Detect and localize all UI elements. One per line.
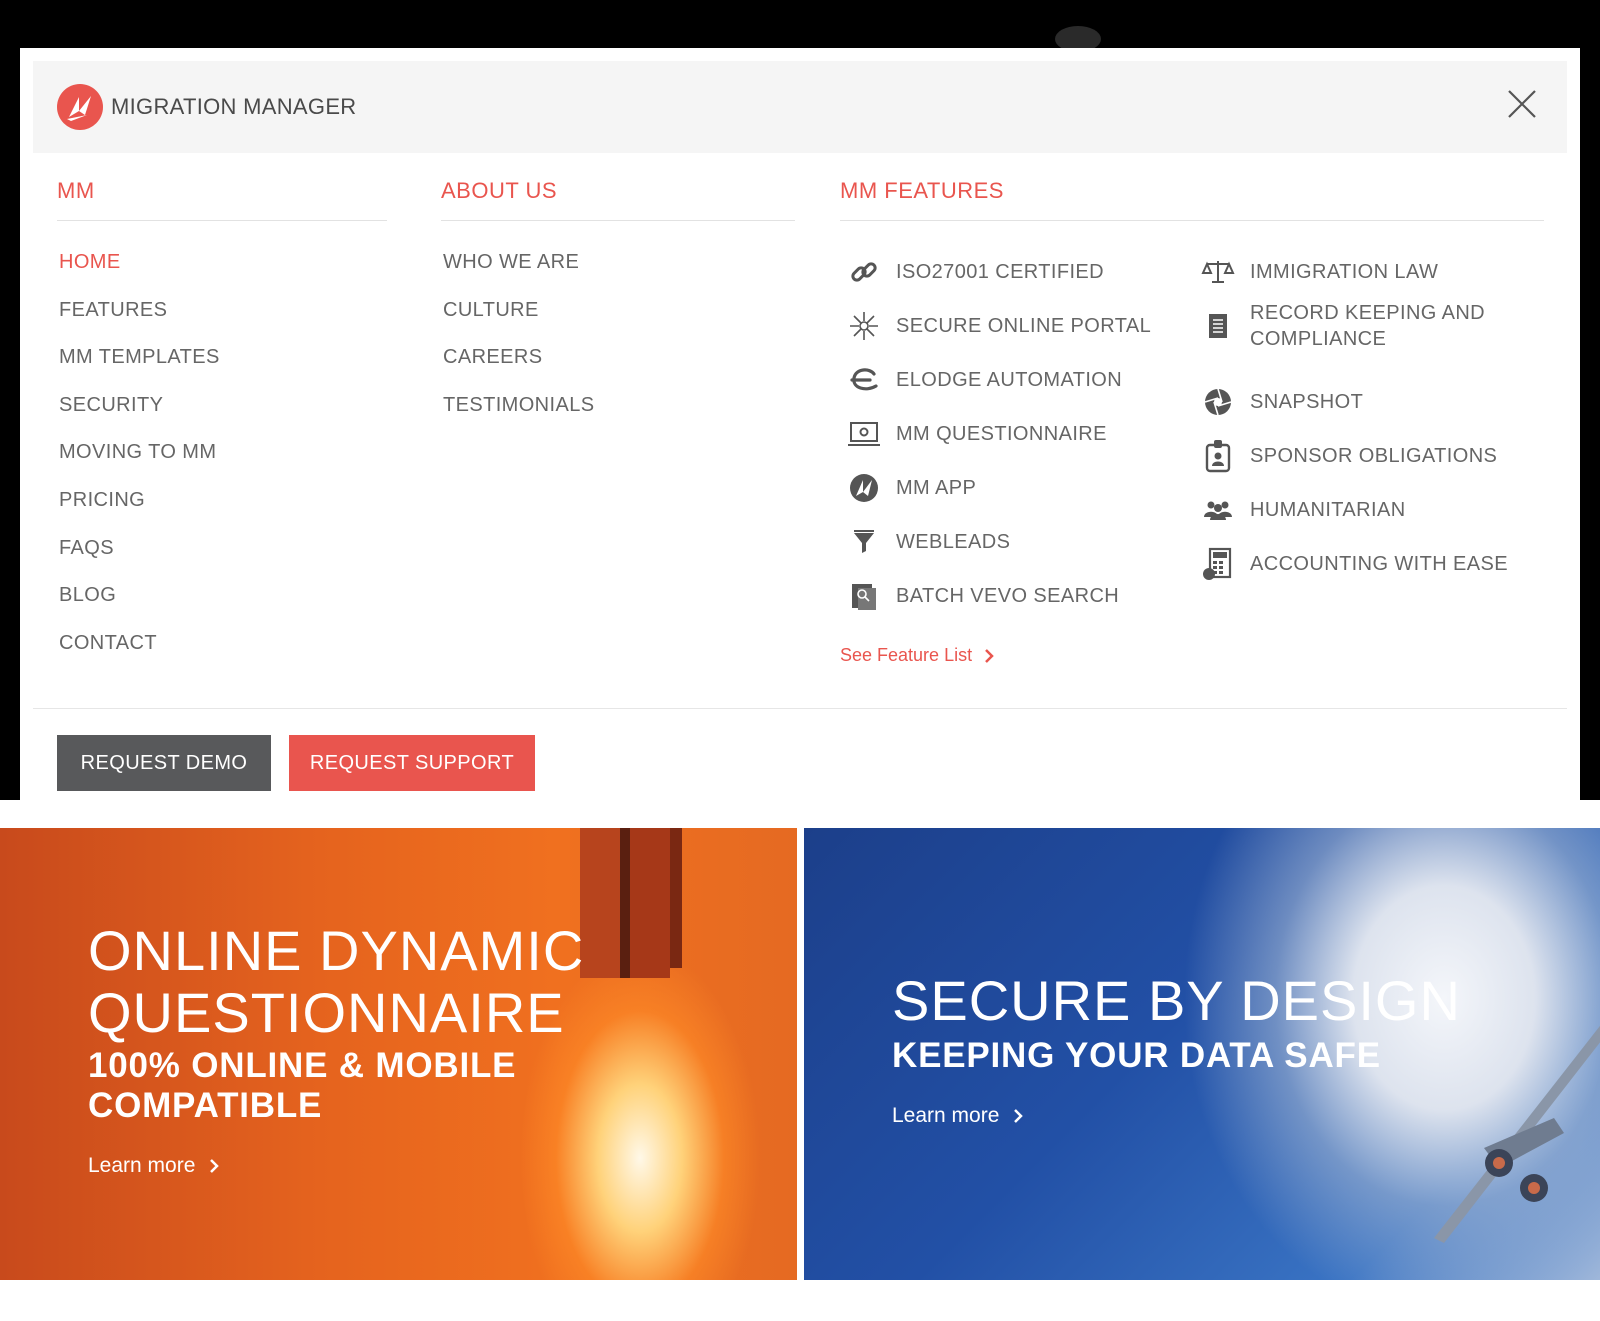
nav-item-careers[interactable]: CAREERS bbox=[443, 346, 595, 394]
funnel-icon bbox=[844, 522, 884, 562]
nav-item-contact[interactable]: CONTACT bbox=[59, 632, 220, 680]
feature-label: SNAPSHOT bbox=[1250, 391, 1364, 413]
feature-label: ELODGE AUTOMATION bbox=[896, 369, 1123, 391]
hero-secure-learn-more[interactable]: Learn more bbox=[892, 1104, 1024, 1128]
laptop-icon bbox=[844, 414, 884, 454]
see-feature-list-link[interactable]: See Feature List bbox=[840, 645, 994, 666]
brand-name: MIGRATION MANAGER bbox=[111, 94, 357, 119]
nav-item-faqs[interactable]: FAQS bbox=[59, 537, 220, 585]
learn-more-label: Learn more bbox=[88, 1154, 196, 1177]
hero-secure[interactable]: SECURE BY DESIGN KEEPING YOUR DATA SAFE … bbox=[804, 828, 1600, 1280]
nav-item-culture[interactable]: CULTURE bbox=[443, 299, 595, 347]
close-icon bbox=[1508, 90, 1536, 118]
aperture-icon bbox=[1198, 382, 1238, 422]
feature-label: HUMANITARIAN bbox=[1250, 499, 1406, 521]
feature-elodge-automation[interactable]: ELODGE AUTOMATION bbox=[844, 360, 1122, 400]
brand-logo[interactable]: MIGRATION MANAGER bbox=[57, 84, 356, 130]
column-heading-about-us: ABOUT US bbox=[441, 178, 558, 203]
app-logo-icon bbox=[844, 468, 884, 508]
nav-item-testimonials[interactable]: TESTIMONIALS bbox=[443, 394, 595, 442]
scales-icon bbox=[1198, 252, 1238, 292]
nav-item-moving-to-mm[interactable]: MOVING TO MM bbox=[59, 441, 220, 489]
feature-snapshot[interactable]: SNAPSHOT bbox=[1198, 382, 1363, 422]
feature-label: WEBLEADS bbox=[896, 531, 1011, 553]
close-menu-button[interactable] bbox=[1505, 87, 1539, 121]
hero-questionnaire-learn-more[interactable]: Learn more bbox=[88, 1154, 220, 1178]
nav-item-who-we-are[interactable]: WHO WE ARE bbox=[443, 251, 595, 299]
about-nav-list: WHO WE ARE CULTURE CAREERS TESTIMONIALS bbox=[443, 251, 595, 441]
passport-search-icon bbox=[844, 576, 884, 616]
feature-record-keeping[interactable]: RECORD KEEPING AND COMPLIANCE bbox=[1198, 300, 1510, 352]
feature-label: MM APP bbox=[896, 477, 977, 499]
hero-title-line: ONLINE DYNAMIC bbox=[88, 919, 585, 982]
chevron-right-icon bbox=[1014, 1109, 1024, 1123]
calculator-icon bbox=[1198, 544, 1238, 584]
hero-secure-subtitle: KEEPING YOUR DATA SAFE bbox=[892, 1036, 1381, 1075]
menu-footer-divider bbox=[33, 708, 1567, 709]
jet-image bbox=[1434, 1025, 1600, 1243]
feature-label: ACCOUNTING WITH EASE bbox=[1250, 553, 1509, 575]
id-badge-icon bbox=[1198, 436, 1238, 476]
column-divider bbox=[57, 220, 387, 221]
column-divider bbox=[441, 220, 795, 221]
feature-secure-online-portal[interactable]: SECURE ONLINE PORTAL bbox=[844, 306, 1151, 346]
column-heading-mm: MM bbox=[57, 178, 95, 203]
hero-sub-line: 100% ONLINE & MOBILE bbox=[88, 1046, 517, 1085]
feature-mm-questionnaire[interactable]: MM QUESTIONNAIRE bbox=[844, 414, 1107, 454]
feature-humanitarian[interactable]: HUMANITARIAN bbox=[1198, 490, 1406, 530]
nav-item-home[interactable]: HOME bbox=[59, 251, 220, 299]
elodge-icon bbox=[844, 360, 884, 400]
document-icon bbox=[1198, 306, 1238, 346]
feature-label: BATCH VEVO SEARCH bbox=[896, 585, 1120, 607]
nav-item-pricing[interactable]: PRICING bbox=[59, 489, 220, 537]
learn-more-label: Learn more bbox=[892, 1104, 1000, 1127]
see-feature-list-label: See Feature List bbox=[840, 645, 973, 665]
feature-immigration-law[interactable]: IMMIGRATION LAW bbox=[1198, 252, 1438, 292]
feature-label: SPONSOR OBLIGATIONS bbox=[1250, 445, 1498, 467]
feature-label: SECURE ONLINE PORTAL bbox=[896, 315, 1152, 337]
feature-label: RECORD KEEPING AND COMPLIANCE bbox=[1250, 302, 1486, 350]
mega-menu: MIGRATION MANAGER MM HOME FEATURES MM TE… bbox=[20, 48, 1580, 828]
bird-logo-icon bbox=[57, 84, 103, 130]
column-divider bbox=[840, 220, 1544, 221]
nav-item-blog[interactable]: BLOG bbox=[59, 584, 220, 632]
feature-accounting-with-ease[interactable]: ACCOUNTING WITH EASE bbox=[1198, 544, 1508, 584]
hero-questionnaire[interactable]: ONLINE DYNAMIC QUESTIONNAIRE 100% ONLINE… bbox=[0, 828, 797, 1280]
hero-sub-line: COMPATIBLE bbox=[88, 1086, 323, 1125]
feature-iso27001[interactable]: ISO27001 CERTIFIED bbox=[844, 252, 1104, 292]
hero-title-line: QUESTIONNAIRE bbox=[88, 981, 565, 1044]
mm-nav-list: HOME FEATURES MM TEMPLATES SECURITY MOVI… bbox=[59, 251, 220, 679]
menu-header: MIGRATION MANAGER bbox=[33, 61, 1567, 153]
people-icon bbox=[1198, 490, 1238, 530]
nav-item-features[interactable]: FEATURES bbox=[59, 299, 220, 347]
feature-mm-app[interactable]: MM APP bbox=[844, 468, 976, 508]
feature-batch-vevo-search[interactable]: BATCH VEVO SEARCH bbox=[844, 576, 1119, 616]
nav-item-security[interactable]: SECURITY bbox=[59, 394, 220, 442]
hero-questionnaire-subtitle: 100% ONLINE & MOBILE COMPATIBLE bbox=[88, 1046, 516, 1126]
feature-sponsor-obligations[interactable]: SPONSOR OBLIGATIONS bbox=[1198, 436, 1497, 476]
feature-label: MM QUESTIONNAIRE bbox=[896, 423, 1107, 445]
hero-questionnaire-title: ONLINE DYNAMIC QUESTIONNAIRE bbox=[88, 920, 584, 1044]
nav-item-mm-templates[interactable]: MM TEMPLATES bbox=[59, 346, 220, 394]
request-demo-button[interactable]: REQUEST DEMO bbox=[57, 735, 271, 791]
column-heading-mm-features: MM FEATURES bbox=[840, 178, 1004, 203]
feature-label: IMMIGRATION LAW bbox=[1250, 261, 1439, 283]
chevron-right-icon bbox=[210, 1159, 220, 1173]
link-icon bbox=[844, 252, 884, 292]
feature-label: ISO27001 CERTIFIED bbox=[896, 261, 1105, 283]
feature-webleads[interactable]: WEBLEADS bbox=[844, 522, 1010, 562]
hero-secure-title: SECURE BY DESIGN bbox=[892, 969, 1461, 1032]
request-support-button[interactable]: REQUEST SUPPORT bbox=[289, 735, 535, 791]
chevron-right-icon bbox=[985, 648, 994, 663]
network-icon bbox=[844, 306, 884, 346]
